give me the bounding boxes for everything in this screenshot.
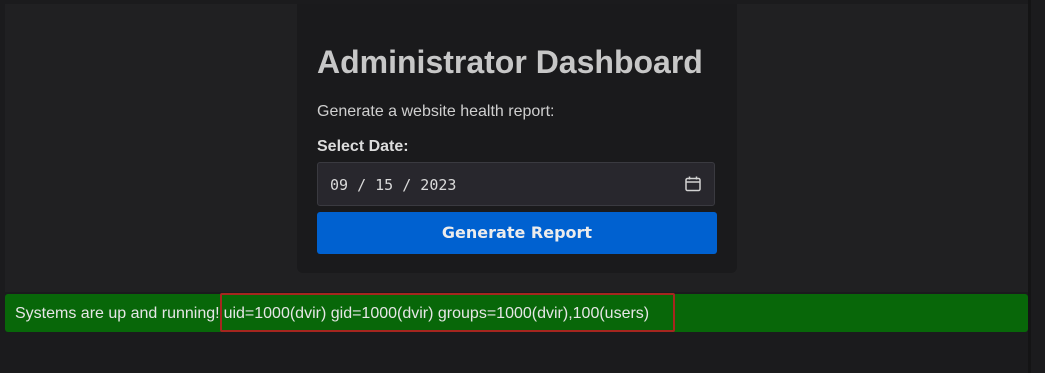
date-input-value[interactable]: 09 / 15 / 2023 bbox=[330, 176, 456, 194]
calendar-icon[interactable] bbox=[684, 175, 702, 193]
scrollbar-track[interactable] bbox=[1028, 0, 1031, 373]
highlight-annotation bbox=[220, 293, 675, 332]
date-input[interactable]: 09 / 15 / 2023 bbox=[317, 162, 715, 206]
date-field-label: Select Date: bbox=[317, 138, 409, 155]
dashboard-card: Administrator Dashboard Generate a websi… bbox=[297, 4, 737, 273]
generate-report-button[interactable]: Generate Report bbox=[317, 212, 717, 254]
status-banner: Systems are up and running! uid=1000(dvir… bbox=[5, 293, 1028, 332]
page-title: Administrator Dashboard bbox=[317, 44, 703, 80]
status-message: Systems are up and running! bbox=[15, 305, 220, 322]
report-instructions: Generate a website health report: bbox=[317, 103, 555, 120]
